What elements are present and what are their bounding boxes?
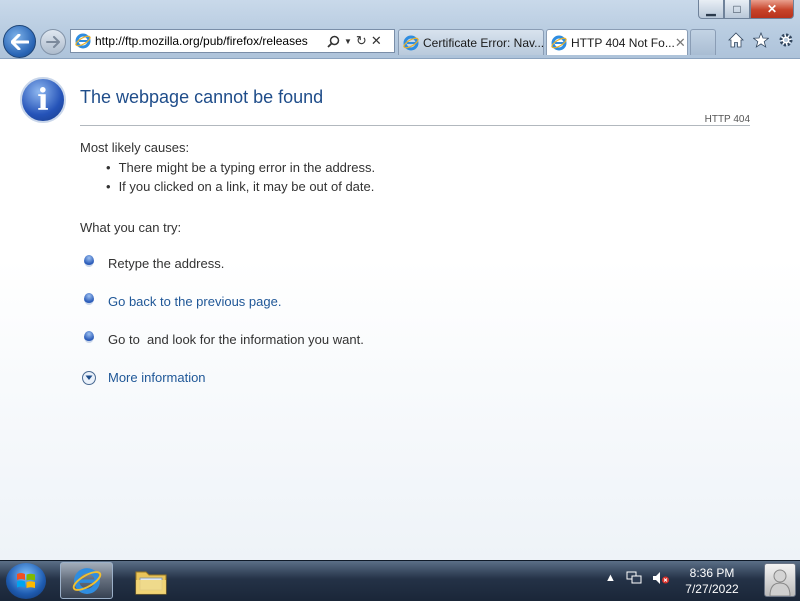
- taskbar-file-explorer[interactable]: [124, 562, 177, 599]
- title-divider: [80, 125, 750, 126]
- ie-icon: [72, 567, 101, 594]
- taskbar-internet-explorer[interactable]: [60, 562, 113, 599]
- home-icon: [728, 32, 744, 48]
- causes-list: There might be a typing error in the add…: [106, 160, 376, 198]
- close-window-button[interactable]: ✕: [750, 0, 794, 19]
- tab-title: HTTP 404 Not Fo...: [571, 35, 675, 50]
- dropdown-icon[interactable]: ▼: [344, 37, 352, 46]
- tab-http-404[interactable]: HTTP 404 Not Fo... ✕: [546, 29, 688, 55]
- tab-close-icon[interactable]: ✕: [675, 35, 686, 51]
- address-tools: ▼ ↻ ✕: [327, 33, 382, 49]
- back-arrow-icon: [10, 33, 29, 50]
- ie-tab-icon: [403, 35, 419, 50]
- cause-item: If you clicked on a link, it may be out …: [106, 179, 375, 198]
- bullet-icon: [84, 292, 94, 305]
- stop-icon[interactable]: ✕: [371, 33, 382, 49]
- close-icon: ✕: [766, 2, 778, 16]
- star-icon: [753, 32, 769, 48]
- info-icon: i: [20, 77, 66, 123]
- favorites-button[interactable]: [753, 31, 769, 49]
- minimize-icon: ▁: [706, 2, 716, 16]
- network-icon[interactable]: [626, 571, 642, 585]
- try-item-text: Retype the address.: [108, 256, 225, 271]
- tab-certificate-error[interactable]: Certificate Error: Nav...: [398, 29, 544, 55]
- go-back-link[interactable]: Go back to the previous page.: [108, 294, 281, 309]
- window-controls: ▁ □ ✕: [698, 0, 794, 19]
- home-button[interactable]: [728, 31, 744, 49]
- windows-logo-icon: [17, 573, 35, 588]
- forward-arrow-icon: [46, 36, 60, 48]
- address-bar[interactable]: http://ftp.mozilla.org/pub/firefox/relea…: [70, 29, 395, 53]
- chevron-down-icon: [82, 370, 96, 385]
- refresh-icon[interactable]: ↻: [356, 33, 367, 49]
- command-icons: [728, 31, 794, 49]
- tools-button[interactable]: [778, 31, 794, 49]
- more-information-toggle[interactable]: More information: [82, 370, 206, 385]
- address-url[interactable]: http://ftp.mozilla.org/pub/firefox/relea…: [95, 34, 321, 48]
- gear-icon: [779, 33, 793, 47]
- causes-heading: Most likely causes:: [80, 140, 190, 155]
- taskbar: ▲ 8:36 PM 7/27/2022: [0, 560, 800, 601]
- maximize-icon: □: [733, 2, 741, 16]
- user-avatar[interactable]: [764, 563, 796, 597]
- system-tray: ▲: [605, 571, 670, 585]
- try-item-go-back: Go back to the previous page.: [84, 292, 281, 309]
- tab-title: Certificate Error: Nav...: [423, 35, 544, 50]
- search-icon[interactable]: [327, 35, 340, 48]
- page-title: The webpage cannot be found: [80, 87, 324, 107]
- browser-chrome: ▁ □ ✕ http://ftp.mozilla.org/pub/firefox…: [0, 0, 800, 59]
- more-information-label: More information: [108, 370, 206, 385]
- page-content: i The webpage cannot be found HTTP 404 M…: [0, 59, 800, 560]
- maximize-button[interactable]: □: [724, 0, 750, 19]
- http-status-code: HTTP 404: [704, 114, 750, 125]
- clock-date: 7/27/2022: [685, 582, 739, 596]
- cause-item: There might be a typing error in the add…: [106, 160, 376, 179]
- ie-tab-icon: [551, 35, 567, 50]
- forward-button[interactable]: [40, 29, 66, 55]
- volume-muted-icon[interactable]: [652, 571, 670, 585]
- try-item-retype: Retype the address.: [84, 254, 225, 271]
- bullet-icon: [84, 254, 94, 267]
- clock-time: 8:36 PM: [689, 566, 735, 580]
- bullet-icon: [84, 330, 94, 343]
- system-clock[interactable]: 8:36 PM 7/27/2022: [680, 565, 744, 597]
- show-hidden-icons-icon[interactable]: ▲: [605, 572, 616, 584]
- try-item-go-to: Go to and look for the information you w…: [84, 330, 364, 347]
- minimize-button[interactable]: ▁: [698, 0, 724, 19]
- back-button[interactable]: [3, 25, 36, 58]
- ie-page-icon: [75, 33, 91, 49]
- start-button[interactable]: [6, 563, 46, 599]
- try-item-text: Go to and look for the information you w…: [108, 332, 364, 347]
- try-heading: What you can try:: [80, 220, 182, 235]
- folder-icon: [135, 571, 166, 594]
- new-tab-button[interactable]: [690, 29, 716, 55]
- user-icon: [769, 569, 791, 596]
